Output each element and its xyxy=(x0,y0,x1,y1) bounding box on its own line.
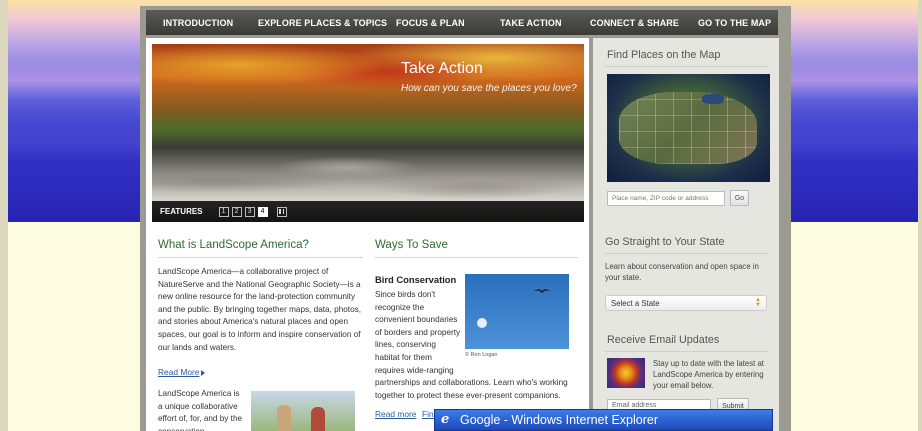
flower-thumbnail xyxy=(607,358,645,388)
about-extra-line: LandScope America is xyxy=(158,389,240,398)
nav-introduction[interactable]: INTRODUCTION xyxy=(163,18,233,28)
kid-figure xyxy=(311,407,325,431)
bird-line: partnerships and collaborations. Learn w… xyxy=(375,378,568,387)
state-select-value: Select a State xyxy=(611,299,660,308)
email-line: your email below. xyxy=(653,381,714,390)
ways-heading: Ways To Save xyxy=(375,239,448,251)
email-heading: Receive Email Updates xyxy=(607,334,720,346)
main-nav: INTRODUCTION EXPLORE PLACES & TOPICS FOC… xyxy=(146,10,778,35)
state-description: Learn about conservation and open space … xyxy=(605,261,773,283)
email-divider xyxy=(605,351,769,352)
feature-page-4[interactable]: 4 xyxy=(257,206,268,217)
bird-paragraph: Since birds don't recognize the convenie… xyxy=(375,289,465,377)
kids-photo[interactable] xyxy=(251,391,355,431)
map-lakes xyxy=(702,94,724,104)
state-line: your state. xyxy=(605,273,642,282)
moon xyxy=(477,318,487,328)
hero-title: Take Action xyxy=(401,60,483,77)
internet-explorer-icon: e xyxy=(441,412,450,427)
state-divider xyxy=(605,253,769,254)
map-state-lines xyxy=(619,92,757,164)
bird-conservation-title[interactable]: Bird Conservation xyxy=(375,274,456,285)
window-left-edge xyxy=(0,0,8,431)
nav-connect-share[interactable]: CONNECT & SHARE xyxy=(590,18,679,28)
hero-subtitle: How can you save the places you love? xyxy=(401,83,577,94)
about-heading: What is LandScope America? xyxy=(158,239,309,251)
pause-icon[interactable] xyxy=(276,206,287,217)
kid-figure xyxy=(277,405,291,431)
arrow-right-icon xyxy=(201,370,205,376)
nav-go-to-the-map[interactable]: GO TO THE MAP xyxy=(698,18,771,28)
about-line: LandScope America—a collaborative projec… xyxy=(158,267,329,276)
bird-line: Since birds don't xyxy=(375,290,436,299)
about-read-more-link[interactable]: Read More xyxy=(158,367,199,377)
select-arrows-icon: ▲ ▼ xyxy=(755,297,761,308)
features-bar: FEATURES 1 2 3 4 xyxy=(152,201,584,222)
hero-foliage xyxy=(152,44,584,114)
state-line: Learn about conservation and open space … xyxy=(605,262,759,271)
window-right-edge xyxy=(918,0,922,431)
bird-line: lines, conserving xyxy=(375,340,436,350)
features-label: FEATURES xyxy=(160,207,203,216)
bird-line: of borders and property xyxy=(375,327,461,337)
about-extra-line: a unique collaborative xyxy=(158,401,238,411)
bird-line: convenient boundaries xyxy=(375,315,458,325)
about-line: our lands and waters. xyxy=(158,342,237,352)
page-frame: INTRODUCTION EXPLORE PLACES & TOPICS FOC… xyxy=(140,6,791,431)
feature-page-2[interactable]: 2 xyxy=(231,206,242,217)
email-description: Stay up to date with the latest at LandS… xyxy=(653,358,771,391)
bird-line: together to protect these ever-present c… xyxy=(375,390,561,400)
place-search-input[interactable] xyxy=(607,191,725,206)
sidebar: Find Places on the Map Go Go Straight to… xyxy=(593,38,779,431)
ways-divider xyxy=(375,257,578,258)
ie-window-title: Google - Windows Internet Explorer xyxy=(460,413,659,427)
about-line: NatureServe and the National Geographic … xyxy=(158,279,361,289)
about-extra-line: conservation xyxy=(158,426,248,431)
email-line: Stay up to date with the latest at xyxy=(653,359,764,368)
us-map-image[interactable] xyxy=(607,74,770,182)
bird-photo[interactable] xyxy=(465,274,569,349)
nav-take-action[interactable]: TAKE ACTION xyxy=(500,18,562,28)
state-select[interactable]: Select a State ▲ ▼ xyxy=(605,295,767,311)
main-content: Take Action How can you save the places … xyxy=(146,38,589,431)
ways-read-more-link[interactable]: Read more xyxy=(375,409,416,419)
about-line: spaces, our goal is to inform and inspir… xyxy=(158,329,361,339)
hero-river-rocks xyxy=(152,144,584,204)
nav-explore-places-topics[interactable]: EXPLORE PLACES & TOPICS xyxy=(258,18,387,28)
about-paragraph: LandScope America—a collaborative projec… xyxy=(158,266,373,354)
about-line: and stories about America's natural plac… xyxy=(158,317,348,327)
about-divider xyxy=(158,257,363,258)
nav-focus-plan[interactable]: FOCUS & PLAN xyxy=(396,18,465,28)
feature-page-1[interactable]: 1 xyxy=(218,206,229,217)
state-heading: Go Straight to Your State xyxy=(605,236,725,248)
about-extra-line: effort of, for, and by the xyxy=(158,414,243,424)
ie-window-taskbar-tooltip[interactable]: e Google - Windows Internet Explorer xyxy=(434,409,773,431)
bird-silhouette xyxy=(533,289,551,293)
feature-page-3[interactable]: 3 xyxy=(244,206,255,217)
hero-feature-image[interactable]: Take Action How can you save the places … xyxy=(152,44,584,222)
bird-line: requires wide-ranging xyxy=(375,365,454,375)
map-go-button[interactable]: Go xyxy=(730,190,749,206)
about-line: and the public. By bringing together map… xyxy=(158,304,362,314)
about-extra-paragraph: LandScope America is a unique collaborat… xyxy=(158,388,248,431)
map-heading: Find Places on the Map xyxy=(607,49,721,61)
about-line: new online resource for the land-protect… xyxy=(158,292,356,302)
bird-line: habitat for them xyxy=(375,352,432,362)
bird-line: recognize the xyxy=(375,302,425,312)
map-divider xyxy=(605,66,769,67)
photo-credit: © Ron Logan xyxy=(465,352,498,358)
email-line: LandScope America by entering xyxy=(653,370,764,379)
bird-paragraph-wide: partnerships and collaborations. Learn w… xyxy=(375,377,583,402)
